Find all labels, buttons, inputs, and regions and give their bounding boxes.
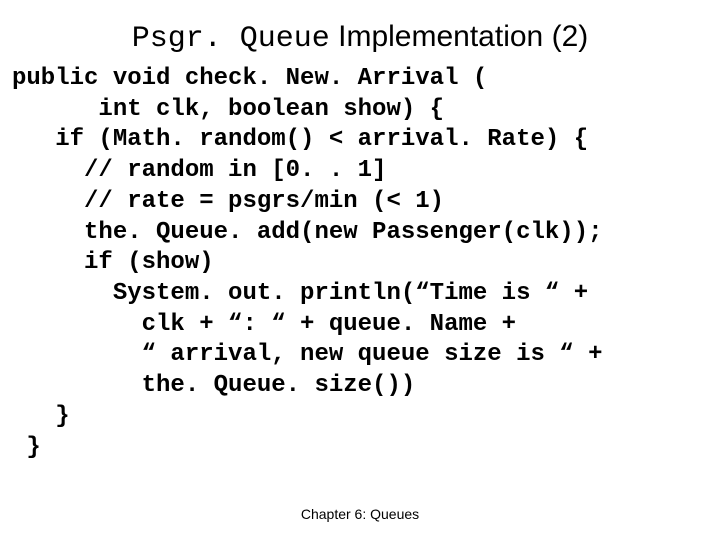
- code-line: if (Math. random() < arrival. Rate) {: [12, 126, 588, 153]
- code-line: if (show): [12, 249, 214, 276]
- code-line: the. Queue. size()): [12, 372, 415, 399]
- code-line: // random in [0. . 1]: [12, 157, 386, 184]
- slide-title: Psgr. Queue Implementation (2): [0, 0, 720, 64]
- title-rest: Implementation (2): [330, 20, 588, 53]
- code-line: the. Queue. add(new Passenger(clk));: [12, 219, 603, 246]
- code-line: // rate = psgrs/min (< 1): [12, 188, 444, 215]
- slide: Psgr. Queue Implementation (2) public vo…: [0, 0, 720, 540]
- code-line: public void check. New. Arrival (: [12, 65, 487, 92]
- code-line: “ arrival, new queue size is “ +: [12, 341, 603, 368]
- code-line: clk + “: “ + queue. Name +: [12, 311, 516, 338]
- slide-footer: Chapter 6: Queues: [0, 506, 720, 522]
- code-line: }: [12, 403, 70, 430]
- title-mono: Psgr. Queue: [132, 22, 330, 56]
- code-line: }: [12, 434, 41, 461]
- code-line: int clk, boolean show) {: [12, 96, 444, 123]
- code-block: public void check. New. Arrival ( int cl…: [0, 64, 720, 463]
- code-line: System. out. println(“Time is “ +: [12, 280, 588, 307]
